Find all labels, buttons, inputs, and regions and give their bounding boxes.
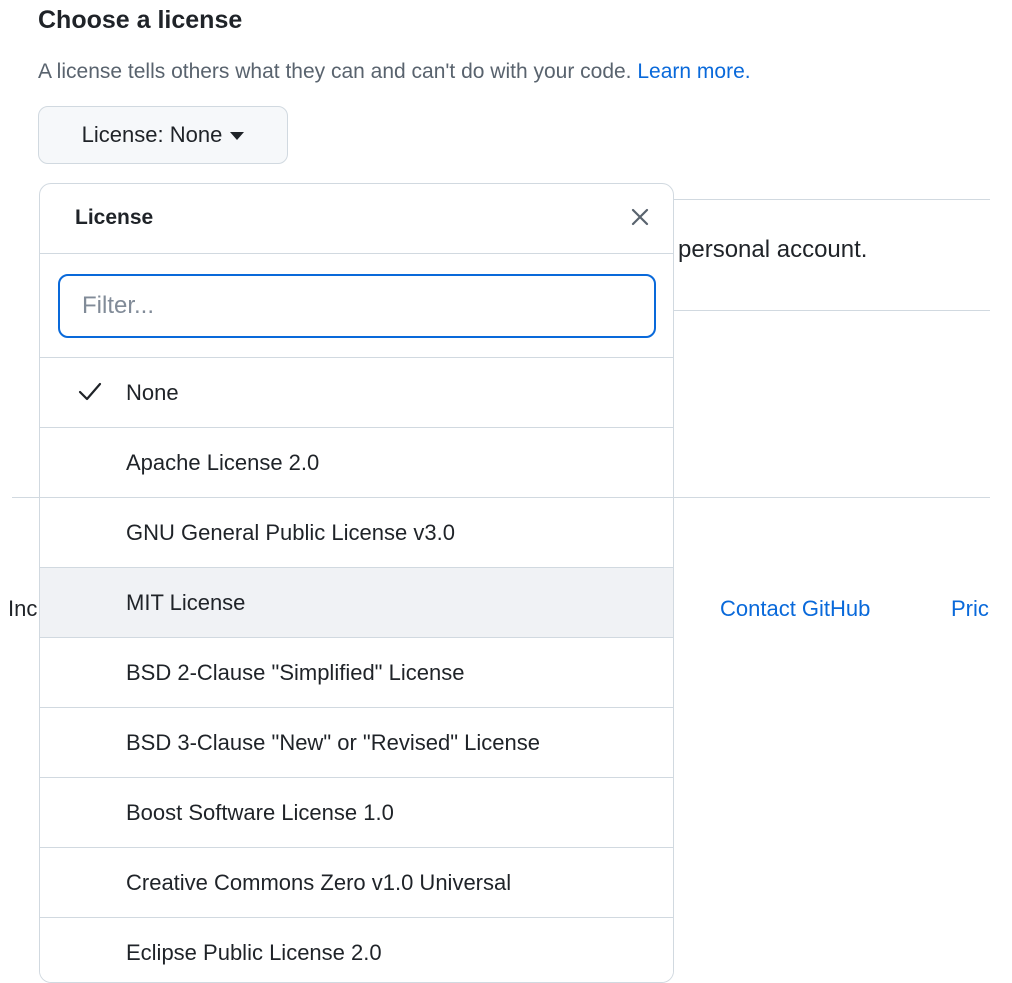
license-list: None Apache License 2.0 GNU General Public… [40, 358, 673, 982]
license-option-label: BSD 3-Clause "New" or "Revised" License [126, 730, 540, 755]
license-option[interactable]: GNU General Public License v3.0 [40, 498, 673, 568]
license-option[interactable]: None [40, 358, 673, 428]
close-icon[interactable] [625, 202, 655, 232]
license-select-button[interactable]: License: None [38, 106, 288, 164]
contact-github-link[interactable]: Contact GitHub [720, 596, 870, 622]
license-dropdown: License None Apache License 2.0 GNU Genera… [39, 183, 674, 983]
license-option-label: Boost Software License 1.0 [126, 800, 394, 825]
filter-input[interactable] [58, 274, 656, 338]
personal-account-text: personal account. [678, 236, 868, 263]
caret-down-icon [230, 132, 245, 140]
license-option[interactable]: Boost Software License 1.0 [40, 778, 673, 848]
dropdown-header: License [40, 184, 673, 254]
license-option[interactable]: Creative Commons Zero v1.0 Universal [40, 848, 673, 918]
section-title: Choose a license [38, 6, 243, 34]
filter-section [40, 254, 673, 358]
license-option-label: Apache License 2.0 [126, 450, 320, 475]
license-option[interactable]: MIT License [40, 568, 673, 638]
license-option[interactable]: BSD 3-Clause "New" or "Revised" License [40, 708, 673, 778]
description-text: A license tells others what they can and… [38, 60, 632, 83]
license-option[interactable]: BSD 2-Clause "Simplified" License [40, 638, 673, 708]
footer-copyright-fragment: Inc [8, 596, 38, 621]
pricing-link[interactable]: Pricing [951, 596, 990, 622]
learn-more-link[interactable]: Learn more. [637, 60, 750, 83]
check-icon [78, 382, 102, 401]
license-option-label: Eclipse Public License 2.0 [126, 940, 382, 965]
license-option-label: Creative Commons Zero v1.0 Universal [126, 870, 512, 895]
license-option-label: None [126, 380, 179, 405]
section-description: A license tells others what they can and… [38, 60, 751, 84]
license-button-label: License: None [81, 122, 223, 147]
license-option[interactable]: Apache License 2.0 [40, 428, 673, 498]
license-option-label: MIT License [126, 590, 246, 615]
dropdown-title: License [75, 206, 154, 229]
license-option[interactable]: Eclipse Public License 2.0 [40, 918, 673, 982]
divider [673, 310, 990, 311]
divider [673, 199, 990, 200]
license-option-label: GNU General Public License v3.0 [126, 520, 455, 545]
license-option-label: BSD 2-Clause "Simplified" License [126, 660, 465, 685]
